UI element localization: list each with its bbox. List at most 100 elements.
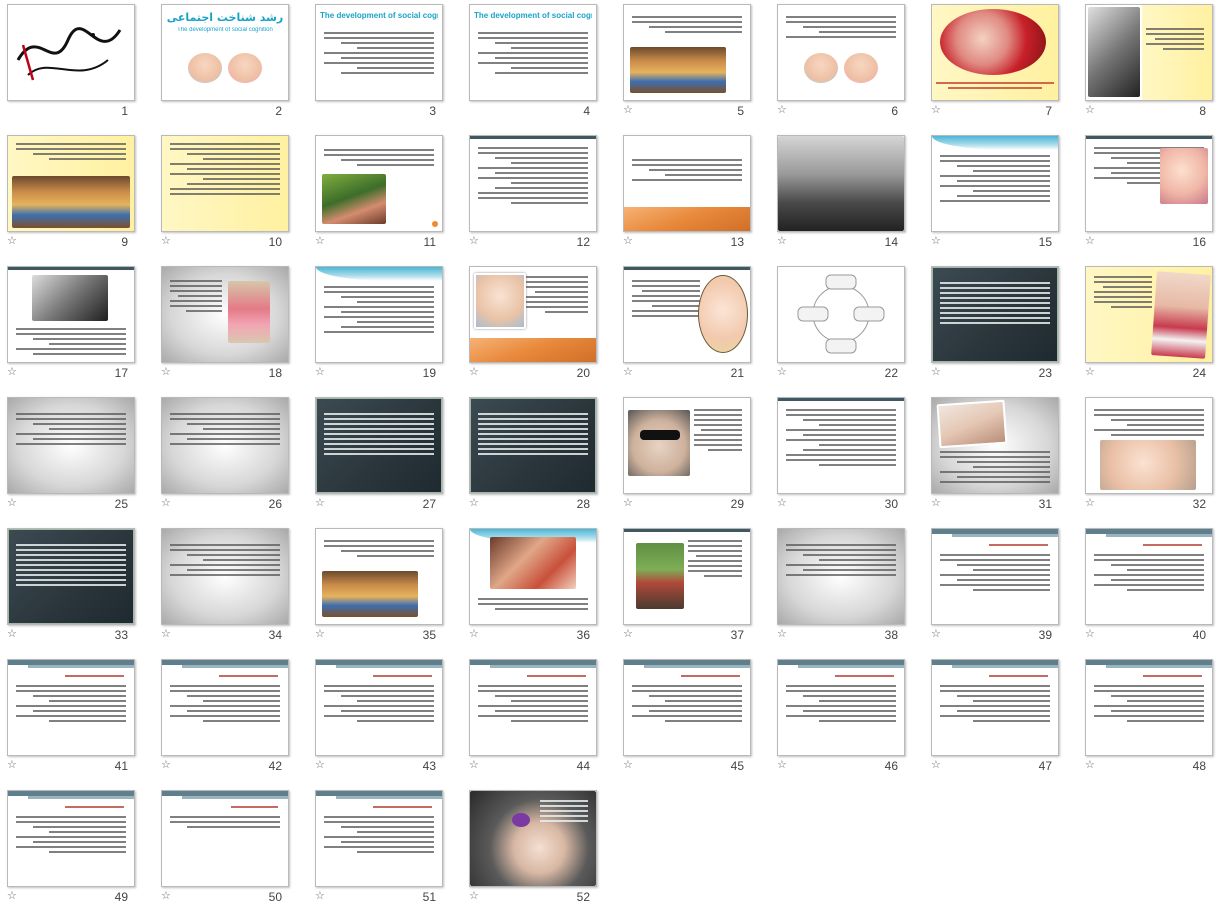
slide-thumbnail-cell[interactable]: ☆ 46 bbox=[771, 655, 925, 785]
transition-star-icon[interactable]: ☆ bbox=[777, 496, 787, 509]
slide-thumbnail[interactable]: رشد شناخت اجتماعی The development of soci… bbox=[161, 4, 289, 101]
slide-thumbnail[interactable] bbox=[623, 266, 751, 363]
slide-thumbnail-cell[interactable]: ☆ 6 bbox=[771, 0, 925, 130]
slide-thumbnail[interactable] bbox=[7, 790, 135, 887]
transition-star-icon[interactable]: ☆ bbox=[1085, 234, 1095, 247]
transition-star-icon[interactable]: ☆ bbox=[1085, 365, 1095, 378]
slide-thumbnail[interactable] bbox=[161, 135, 289, 232]
slide-thumbnail-cell[interactable]: ☆ 9 bbox=[1, 131, 155, 261]
slide-thumbnail[interactable] bbox=[469, 790, 597, 887]
slide-thumbnail[interactable] bbox=[1085, 528, 1213, 625]
slide-thumbnail-cell[interactable]: ☆ 11 bbox=[309, 131, 463, 261]
slide-thumbnail[interactable] bbox=[161, 659, 289, 756]
slide-thumbnail[interactable] bbox=[315, 266, 443, 363]
transition-star-icon[interactable]: ☆ bbox=[1085, 758, 1095, 771]
slide-thumbnail-cell[interactable]: ☆ 19 bbox=[309, 262, 463, 392]
slide-thumbnail[interactable] bbox=[777, 135, 905, 232]
transition-star-icon[interactable]: ☆ bbox=[315, 889, 325, 902]
slide-thumbnail[interactable] bbox=[777, 397, 905, 494]
slide-thumbnail-cell[interactable]: رشد شناخت اجتماعی The development of soci… bbox=[155, 0, 309, 130]
slide-thumbnail-cell[interactable]: ☆ 42 bbox=[155, 655, 309, 785]
slide-thumbnail[interactable] bbox=[469, 397, 597, 494]
transition-star-icon[interactable]: ☆ bbox=[315, 496, 325, 509]
transition-star-icon[interactable]: ☆ bbox=[777, 627, 787, 640]
slide-thumbnail[interactable] bbox=[315, 659, 443, 756]
slide-thumbnail-cell[interactable]: ☆ 21 bbox=[617, 262, 771, 392]
transition-star-icon[interactable]: ☆ bbox=[623, 758, 633, 771]
transition-star-icon[interactable]: ☆ bbox=[931, 365, 941, 378]
slide-thumbnail-cell[interactable]: ☆ 40 bbox=[1079, 524, 1219, 654]
slide-thumbnail-cell[interactable]: ☆ 13 bbox=[617, 131, 771, 261]
transition-star-icon[interactable]: ☆ bbox=[315, 365, 325, 378]
slide-thumbnail[interactable] bbox=[623, 659, 751, 756]
slide-thumbnail[interactable] bbox=[7, 528, 135, 625]
slide-thumbnail-cell[interactable]: ☆ 7 bbox=[925, 0, 1079, 130]
slide-thumbnail[interactable] bbox=[469, 266, 597, 363]
slide-thumbnail[interactable] bbox=[161, 397, 289, 494]
slide-thumbnail-cell[interactable]: The development of social cognition 4 bbox=[463, 0, 617, 130]
transition-star-icon[interactable]: ☆ bbox=[161, 627, 171, 640]
slide-thumbnail-cell[interactable]: 1 bbox=[1, 0, 155, 130]
transition-star-icon[interactable]: ☆ bbox=[931, 496, 941, 509]
slide-thumbnail[interactable] bbox=[1085, 397, 1213, 494]
transition-star-icon[interactable]: ☆ bbox=[777, 758, 787, 771]
slide-thumbnail-cell[interactable]: ☆ 8 bbox=[1079, 0, 1219, 130]
slide-thumbnail[interactable] bbox=[931, 397, 1059, 494]
transition-star-icon[interactable]: ☆ bbox=[1085, 627, 1095, 640]
transition-star-icon[interactable]: ☆ bbox=[161, 365, 171, 378]
slide-thumbnail[interactable] bbox=[1085, 266, 1213, 363]
slide-thumbnail[interactable] bbox=[1085, 659, 1213, 756]
slide-thumbnail-cell[interactable]: ☆ 25 bbox=[1, 393, 155, 523]
slide-thumbnail[interactable] bbox=[623, 4, 751, 101]
slide-thumbnail-cell[interactable]: ☆ 43 bbox=[309, 655, 463, 785]
slide-thumbnail[interactable] bbox=[777, 266, 905, 363]
transition-star-icon[interactable]: ☆ bbox=[7, 365, 17, 378]
transition-star-icon[interactable]: ☆ bbox=[315, 234, 325, 247]
slide-thumbnail-cell[interactable]: ☆ 52 bbox=[463, 786, 617, 916]
transition-star-icon[interactable]: ☆ bbox=[931, 234, 941, 247]
transition-star-icon[interactable]: ☆ bbox=[623, 627, 633, 640]
transition-star-icon[interactable]: ☆ bbox=[161, 496, 171, 509]
slide-thumbnail-cell[interactable]: ☆ 30 bbox=[771, 393, 925, 523]
slide-thumbnail[interactable] bbox=[777, 4, 905, 101]
transition-star-icon[interactable]: ☆ bbox=[777, 365, 787, 378]
slide-thumbnail-cell[interactable]: ☆ 44 bbox=[463, 655, 617, 785]
slide-thumbnail[interactable] bbox=[315, 528, 443, 625]
slide-thumbnail-cell[interactable]: ☆ 14 bbox=[771, 131, 925, 261]
slide-thumbnail-cell[interactable]: ☆ 32 bbox=[1079, 393, 1219, 523]
slide-thumbnail[interactable] bbox=[469, 659, 597, 756]
slide-thumbnail[interactable] bbox=[469, 528, 597, 625]
transition-star-icon[interactable]: ☆ bbox=[161, 234, 171, 247]
slide-thumbnail-cell[interactable]: ☆ 34 bbox=[155, 524, 309, 654]
slide-thumbnail-cell[interactable]: ☆ 27 bbox=[309, 393, 463, 523]
transition-star-icon[interactable]: ☆ bbox=[469, 627, 479, 640]
slide-thumbnail-cell[interactable]: ☆ 35 bbox=[309, 524, 463, 654]
slide-thumbnail[interactable] bbox=[1085, 4, 1213, 101]
slide-thumbnail[interactable] bbox=[777, 528, 905, 625]
slide-thumbnail[interactable] bbox=[315, 397, 443, 494]
slide-thumbnail-cell[interactable]: ☆ 23 bbox=[925, 262, 1079, 392]
slide-thumbnail-cell[interactable]: ☆ 48 bbox=[1079, 655, 1219, 785]
slide-thumbnail[interactable] bbox=[931, 528, 1059, 625]
slide-thumbnail[interactable] bbox=[469, 135, 597, 232]
slide-thumbnail[interactable] bbox=[623, 397, 751, 494]
slide-thumbnail[interactable] bbox=[315, 135, 443, 232]
slide-thumbnail[interactable] bbox=[1085, 135, 1213, 232]
slide-thumbnail-cell[interactable]: ☆ 29 bbox=[617, 393, 771, 523]
transition-star-icon[interactable]: ☆ bbox=[7, 627, 17, 640]
transition-star-icon[interactable]: ☆ bbox=[623, 103, 633, 116]
slide-thumbnail-cell[interactable]: ☆ 47 bbox=[925, 655, 1079, 785]
slide-thumbnail-cell[interactable]: ☆ 10 bbox=[155, 131, 309, 261]
transition-star-icon[interactable]: ☆ bbox=[1085, 103, 1095, 116]
transition-star-icon[interactable]: ☆ bbox=[469, 496, 479, 509]
slide-thumbnail-cell[interactable]: ☆ 36 bbox=[463, 524, 617, 654]
slide-thumbnail-cell[interactable]: ☆ 37 bbox=[617, 524, 771, 654]
slide-thumbnail[interactable]: The development of social cognition bbox=[469, 4, 597, 101]
slide-thumbnail-cell[interactable]: ☆ 39 bbox=[925, 524, 1079, 654]
slide-thumbnail[interactable] bbox=[7, 135, 135, 232]
transition-star-icon[interactable]: ☆ bbox=[931, 627, 941, 640]
transition-star-icon[interactable]: ☆ bbox=[469, 234, 479, 247]
transition-star-icon[interactable]: ☆ bbox=[623, 234, 633, 247]
slide-thumbnail-cell[interactable]: ☆ 45 bbox=[617, 655, 771, 785]
slide-thumbnail[interactable] bbox=[161, 790, 289, 887]
